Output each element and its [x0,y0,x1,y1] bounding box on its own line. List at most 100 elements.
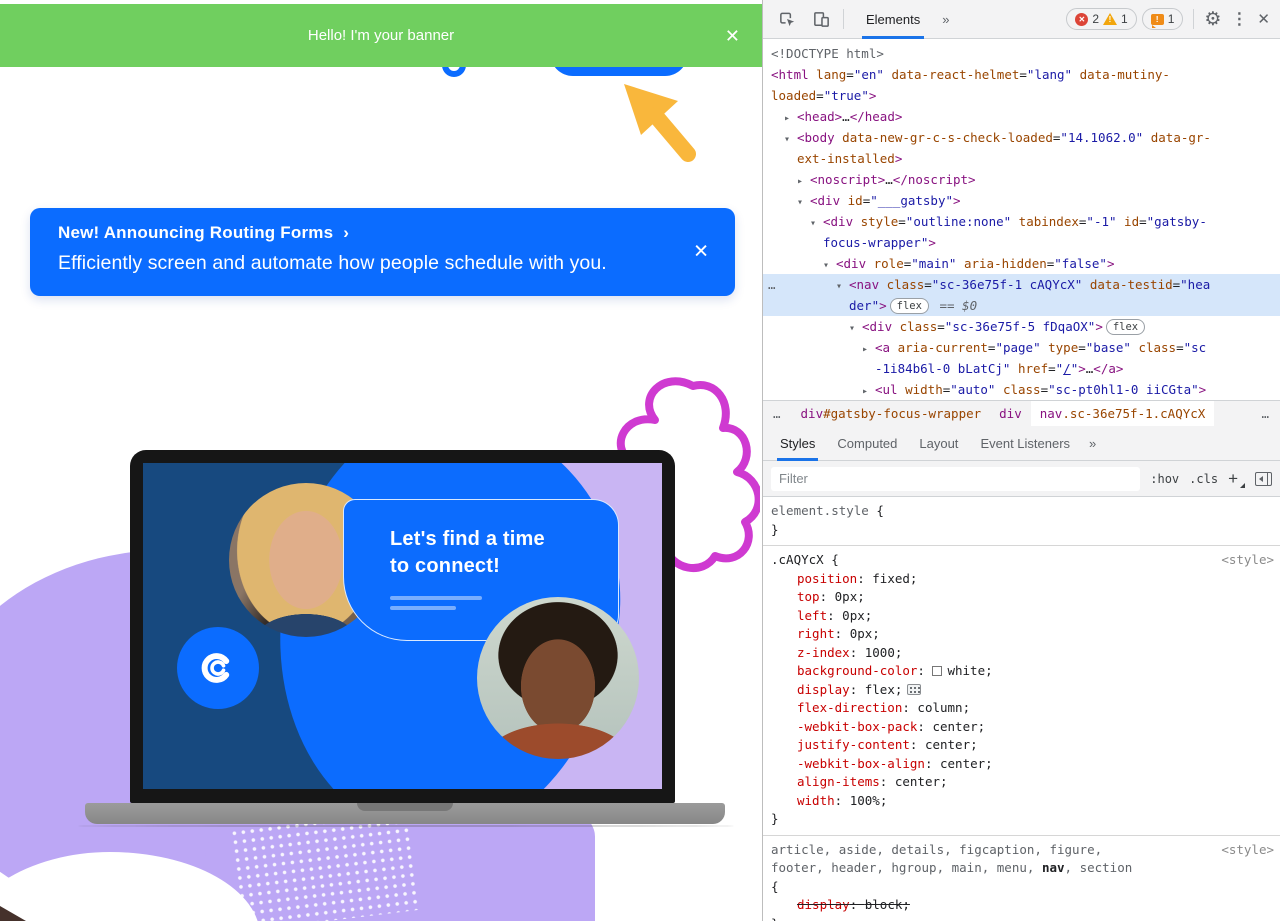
css-declaration[interactable]: flex-direction: column; [771,699,1272,718]
css-declaration[interactable]: z-index: 1000; [771,644,1272,663]
tree-row[interactable]: ▸<noscript>…</noscript> [763,169,1280,190]
css-declaration[interactable]: width: 100%; [771,792,1272,811]
inspect-element-icon[interactable] [775,6,799,32]
settings-gear-icon[interactable]: ⚙ [1204,8,1221,31]
styles-tab-event-listeners[interactable]: Event Listeners [969,426,1081,461]
breadcrumb-item[interactable]: nav.sc-36e75f-1.cAQYcX [1031,401,1215,426]
css-declaration[interactable]: right: 0px; [771,625,1272,644]
flex-editor-icon[interactable] [907,684,921,695]
expand-arrow-closed-icon[interactable]: ▸ [862,339,875,360]
css-rule-close: } [771,915,1272,921]
expand-arrow-open-icon[interactable]: ▾ [810,213,823,234]
breadcrumb-item[interactable]: div#gatsby-focus-wrapper [792,401,991,426]
tree-row[interactable]: ▾<div id="___gatsby"> [763,190,1280,211]
tree-row[interactable]: <!DOCTYPE html> [763,43,1280,64]
announcement-close-icon[interactable]: ✕ [693,241,709,264]
expand-arrow-closed-icon[interactable]: ▸ [862,381,875,400]
tree-row[interactable]: ▾<div style="outline:none" tabindex="-1"… [763,211,1280,232]
css-rule: element.style {} [763,497,1280,546]
sidebar-panel-icon[interactable] [1255,472,1272,486]
placeholder-bar [390,596,482,600]
tree-row[interactable]: focus-wrapper"> [763,232,1280,253]
corner-image-fragment [0,906,26,921]
expand-arrow-open-icon[interactable]: ▾ [797,192,810,213]
warning-icon [1103,13,1117,25]
css-declaration[interactable]: -webkit-box-pack: center; [771,718,1272,737]
announcement-subtitle: Efficiently screen and automate how peop… [58,252,607,275]
laptop-mockup: Let's find a time to connect! [130,450,675,803]
tab-elements[interactable]: Elements [854,0,932,39]
css-declaration[interactable]: -webkit-box-align: center; [771,755,1272,774]
device-toolbar-icon[interactable] [809,6,833,32]
expand-arrow-open-icon[interactable]: ▾ [849,318,862,339]
css-declaration[interactable]: display: block; [771,896,1272,915]
css-rule: <style>.cAQYcX {position: fixed;top: 0px… [763,546,1280,836]
new-style-rule-button[interactable]: + [1228,469,1245,489]
console-errors-badge[interactable]: ✕ 2 1 [1066,8,1136,30]
expand-arrow-closed-icon[interactable]: ▸ [784,108,797,129]
expand-arrow-open-icon[interactable]: ▾ [836,276,849,297]
css-declaration[interactable]: top: 0px; [771,588,1272,607]
more-tabs-icon[interactable]: » [942,12,949,27]
announcement-title: New! Announcing Routing Forms [58,223,333,242]
styles-tab-styles[interactable]: Styles [769,426,826,461]
css-declaration[interactable]: left: 0px; [771,607,1272,626]
css-selector[interactable]: article, aside, details, figcaption, fig… [771,841,1272,860]
toggle-hover-state-button[interactable]: :hov [1150,472,1179,486]
tree-row[interactable]: loaded="true"> [763,85,1280,106]
devtools-close-icon[interactable]: ✕ [1257,10,1270,28]
tree-row[interactable]: der">flex == $0 [763,295,1280,316]
breadcrumb-bar: …div#gatsby-focus-wrapperdivnav.sc-36e75… [763,400,1280,426]
styles-more-tabs-icon[interactable]: » [1089,436,1096,451]
css-selector[interactable]: .cAQYcX { [771,551,1272,570]
css-selector[interactable]: footer, header, hgroup, main, menu, nav,… [771,859,1272,878]
tree-row[interactable]: ▾<div role="main" aria-hidden="false"> [763,253,1280,274]
laptop-shadow [78,825,734,827]
expand-arrow-open-icon[interactable]: ▾ [784,129,797,150]
laptop-screen: Let's find a time to connect! [143,463,662,789]
kebab-menu-icon[interactable]: ⋮ [1231,9,1247,29]
calendly-c-icon [196,646,240,690]
css-declaration[interactable]: position: fixed; [771,570,1272,589]
devtools-divider[interactable] [762,0,763,921]
flex-badge[interactable]: flex [1106,319,1145,335]
css-declaration[interactable]: align-items: center; [771,773,1272,792]
tree-row[interactable]: -1i84b6l-0 bLatCj" href="/">…</a> [763,358,1280,379]
breadcrumb-more-right[interactable]: … [1251,406,1280,421]
tree-row[interactable]: ▸<head>…</head> [763,106,1280,127]
issues-badge[interactable]: ! 1 [1142,8,1184,30]
tree-row[interactable]: ▸<ul width="auto" class="sc-pt0hl1-0 iiC… [763,379,1280,400]
expand-arrow-closed-icon[interactable]: ▸ [797,171,810,192]
color-swatch [932,666,942,676]
announcement-title-link[interactable]: New! Announcing Routing Forms › [58,223,349,243]
styles-filter-bar: :hov .cls + [763,461,1280,497]
styles-tab-computed[interactable]: Computed [826,426,908,461]
styles-tab-layout[interactable]: Layout [908,426,969,461]
css-selector[interactable]: element.style { [771,502,1272,521]
tree-row[interactable]: …▾<nav class="sc-36e75f-1 cAQYcX" data-t… [763,274,1280,295]
breadcrumb-more-left[interactable]: … [763,406,792,421]
tree-row[interactable]: ▸<a aria-current="page" type="base" clas… [763,337,1280,358]
avatar-man [477,597,639,759]
tree-row[interactable]: ▾<body data-new-gr-c-s-check-loaded="14.… [763,127,1280,148]
error-icon: ✕ [1075,13,1088,26]
tree-row[interactable]: ext-installed> [763,148,1280,169]
styles-tab-bar: StylesComputedLayoutEvent Listeners » [763,426,1280,461]
tree-row[interactable]: <html lang="en" data-react-helmet="lang"… [763,64,1280,85]
chevron-right-icon: › [343,223,349,242]
css-selector[interactable]: { [771,878,1272,897]
calendly-logo-badge [177,627,259,709]
expand-arrow-open-icon[interactable]: ▾ [823,255,836,276]
toolbar-separator [843,9,844,29]
flex-badge[interactable]: flex [890,298,929,314]
breadcrumb-item[interactable]: div [990,401,1031,426]
css-declaration[interactable]: justify-content: center; [771,736,1272,755]
href-link[interactable]: / [1063,361,1071,376]
chat-bubble-text: Let's find a time to connect! [390,526,545,580]
css-declaration[interactable]: display: flex; [771,681,1272,700]
tree-row[interactable]: ▾<div class="sc-36e75f-5 fDqaOX">flex [763,316,1280,337]
toggle-class-button[interactable]: .cls [1189,472,1218,486]
styles-filter-input[interactable] [771,467,1140,491]
css-declaration[interactable]: background-color: white; [771,662,1272,681]
banner-close-icon[interactable]: ✕ [725,27,740,45]
